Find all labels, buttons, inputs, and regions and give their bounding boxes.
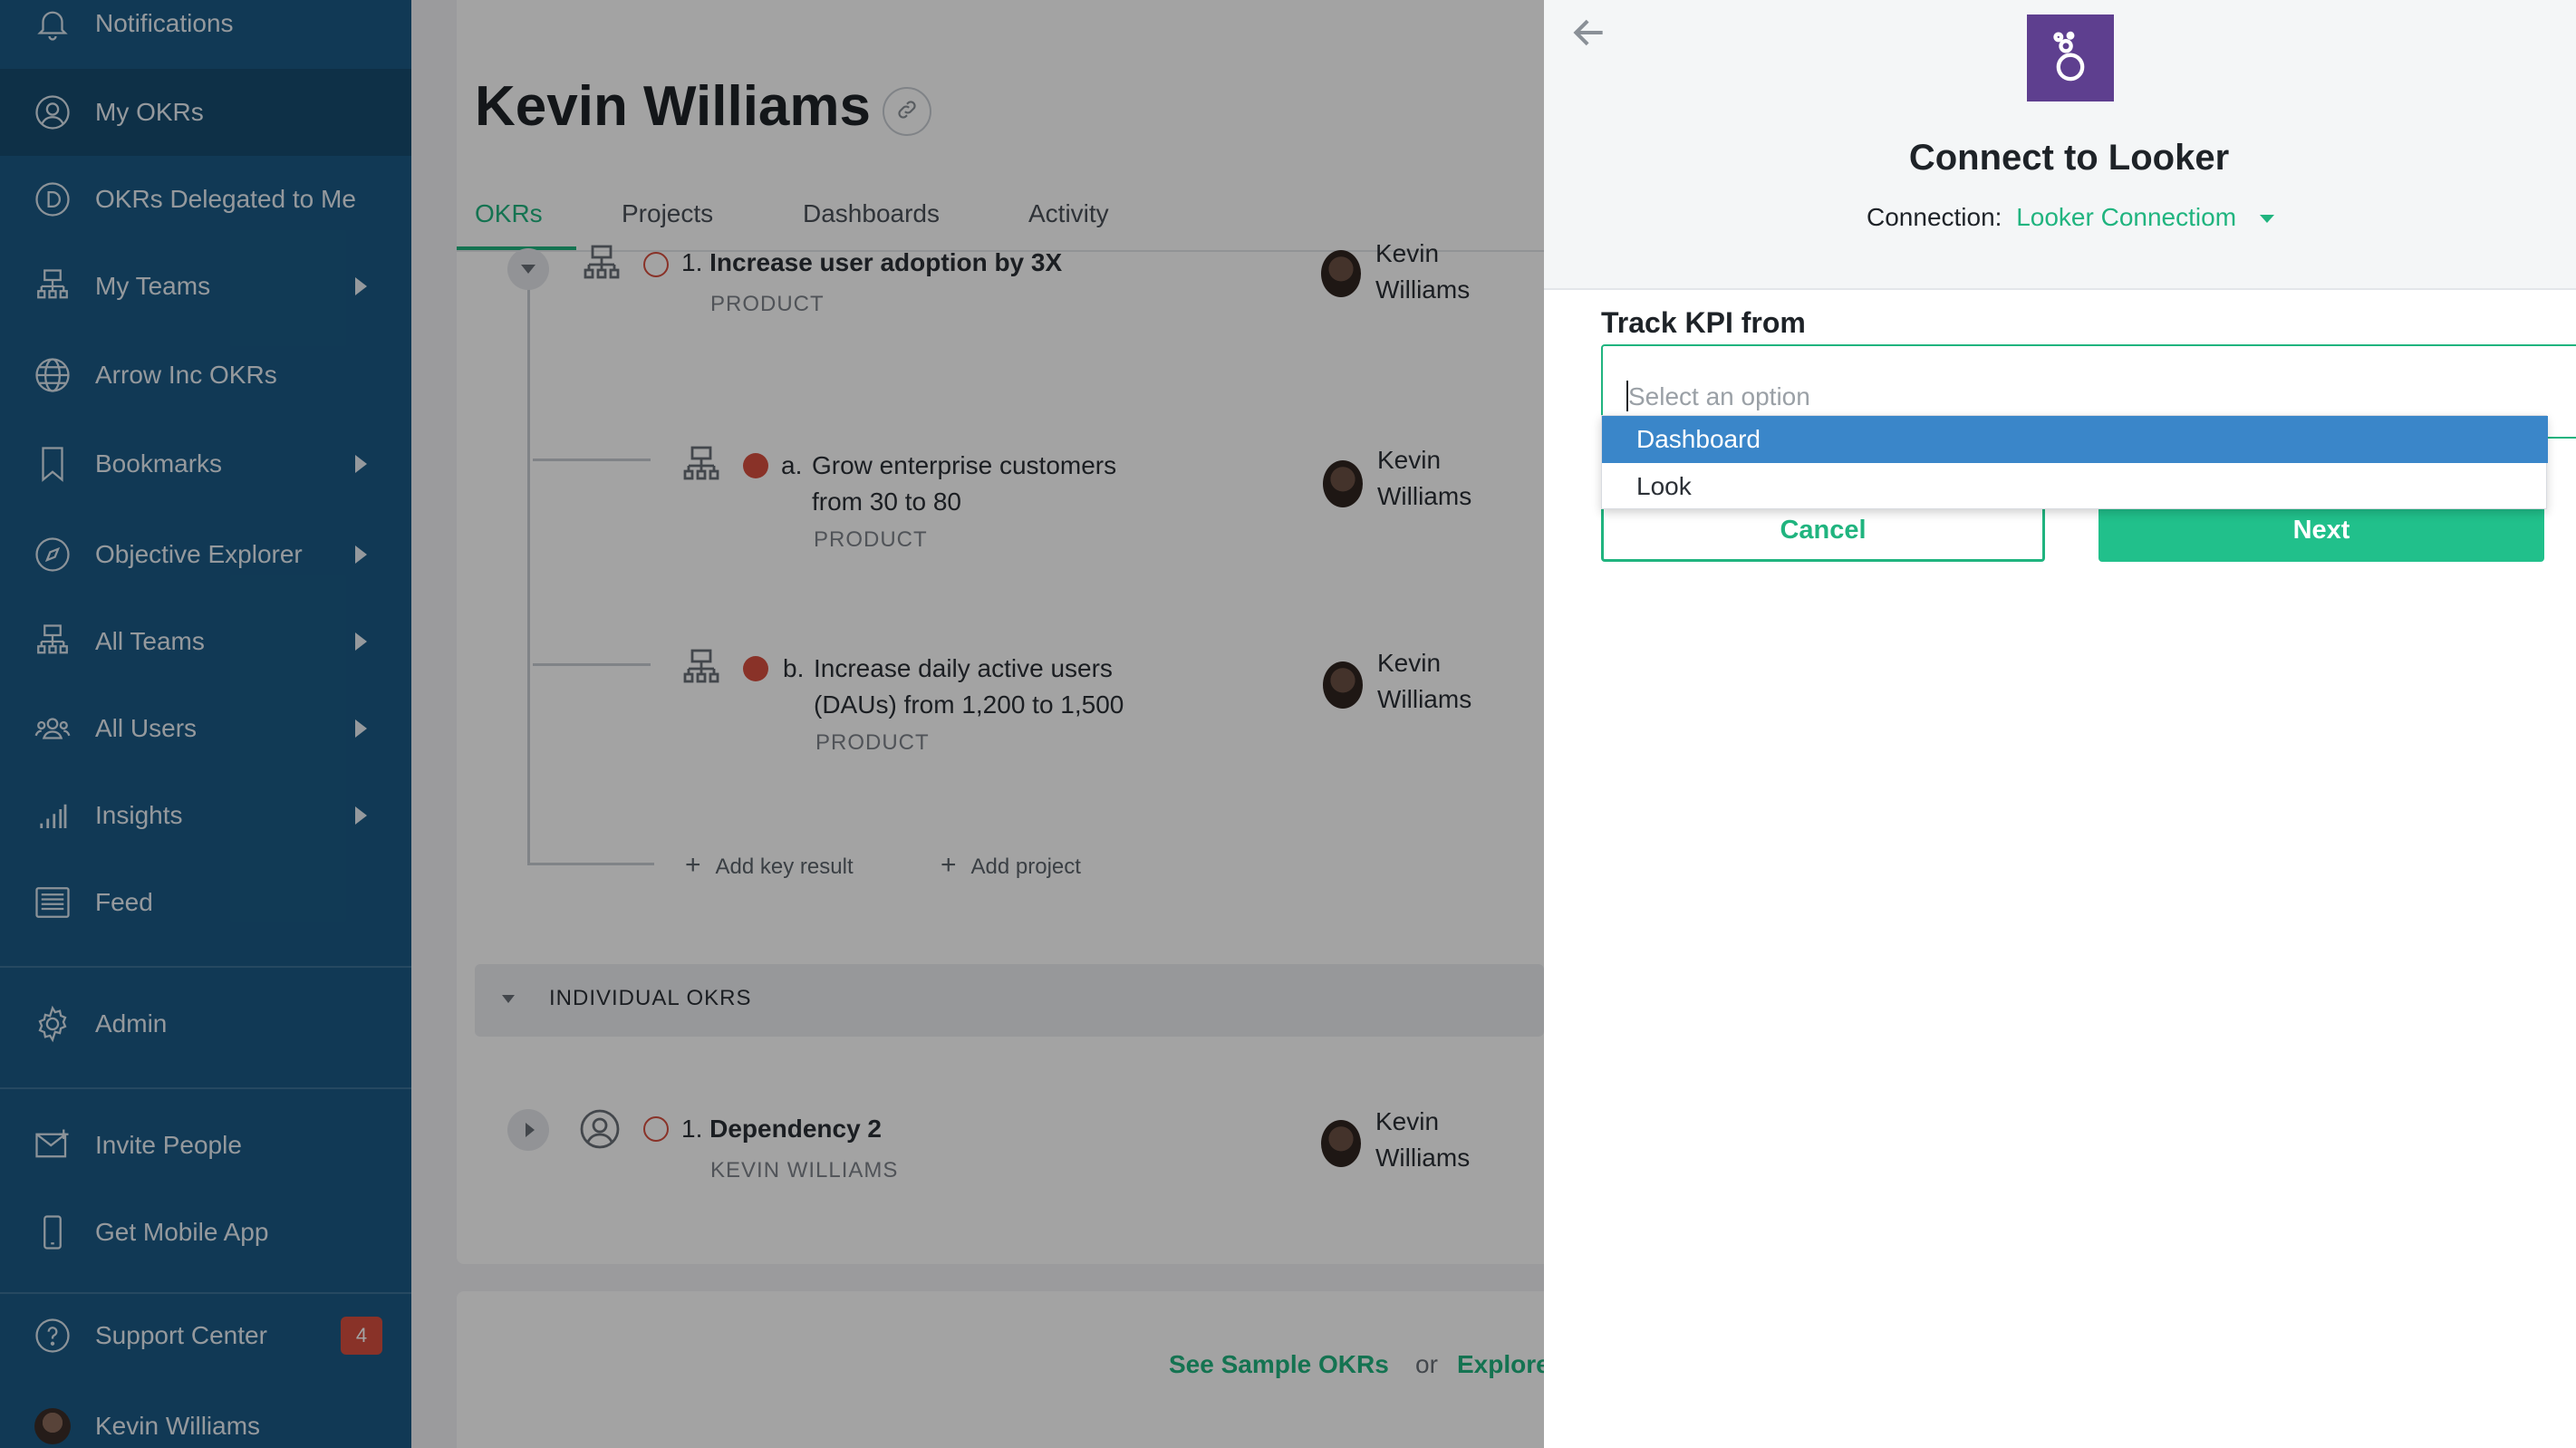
- connection-label: Connection:: [1867, 203, 2002, 231]
- caret-down-icon: [2259, 215, 2274, 224]
- select-placeholder: Select an option: [1628, 382, 1810, 410]
- panel-title: Connect to Looker: [1908, 138, 2230, 178]
- connection-row: Connection: Looker Connectiom: [1867, 203, 2274, 232]
- connect-looker-panel: Connect to Looker Connection: Looker Con…: [1544, 0, 2576, 1448]
- track-kpi-label: Track KPI from: [1601, 306, 1806, 339]
- connection-value: Looker Connectiom: [2016, 203, 2237, 231]
- arrow-left-icon: [1573, 19, 1603, 46]
- modal-backdrop[interactable]: [0, 0, 1544, 1448]
- option-dashboard[interactable]: Dashboard: [1602, 416, 2548, 463]
- select-dropdown: Dashboard Look: [1601, 415, 2548, 510]
- text-cursor: [1626, 381, 1628, 411]
- back-button[interactable]: [1569, 13, 1609, 53]
- panel-header: Connect to Looker Connection: Looker Con…: [1544, 0, 2576, 290]
- connection-select[interactable]: Looker Connectiom: [2016, 203, 2274, 231]
- option-look[interactable]: Look: [1602, 463, 2548, 510]
- looker-logo: [2027, 14, 2114, 101]
